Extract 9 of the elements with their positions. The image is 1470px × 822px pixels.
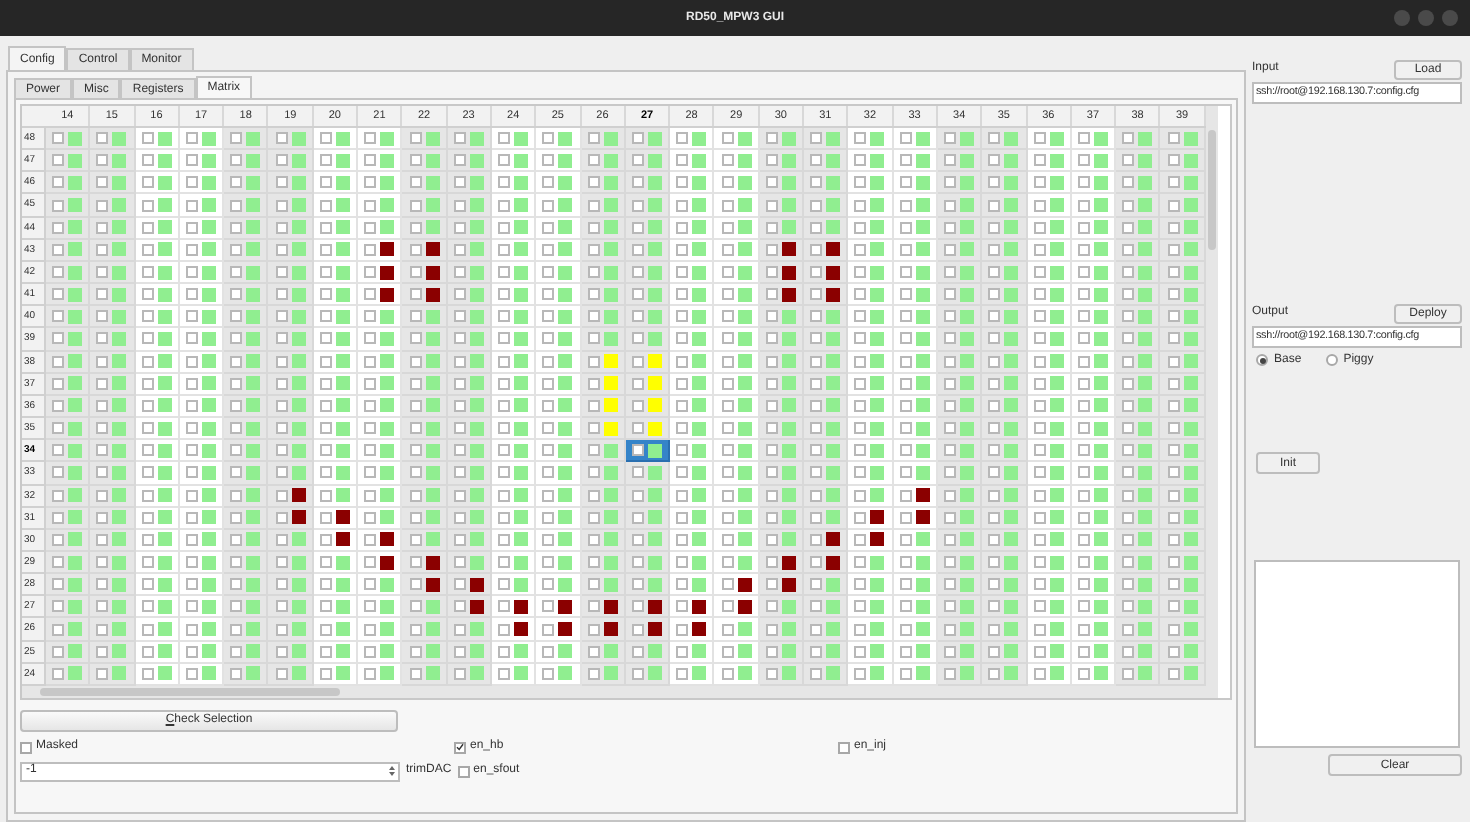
minimize-icon[interactable]: [1394, 10, 1410, 26]
scrollbar-thumb[interactable]: [1207, 130, 1216, 250]
radio-button[interactable]: [1325, 354, 1338, 366]
radio-button[interactable]: [1256, 354, 1268, 366]
maximize-icon[interactable]: [1418, 10, 1434, 26]
spin-arrows-icon[interactable]: [388, 764, 396, 779]
scrollbar-thumb[interactable]: [40, 687, 340, 696]
close-icon[interactable]: [1442, 10, 1458, 26]
log-box[interactable]: [1254, 560, 1460, 748]
